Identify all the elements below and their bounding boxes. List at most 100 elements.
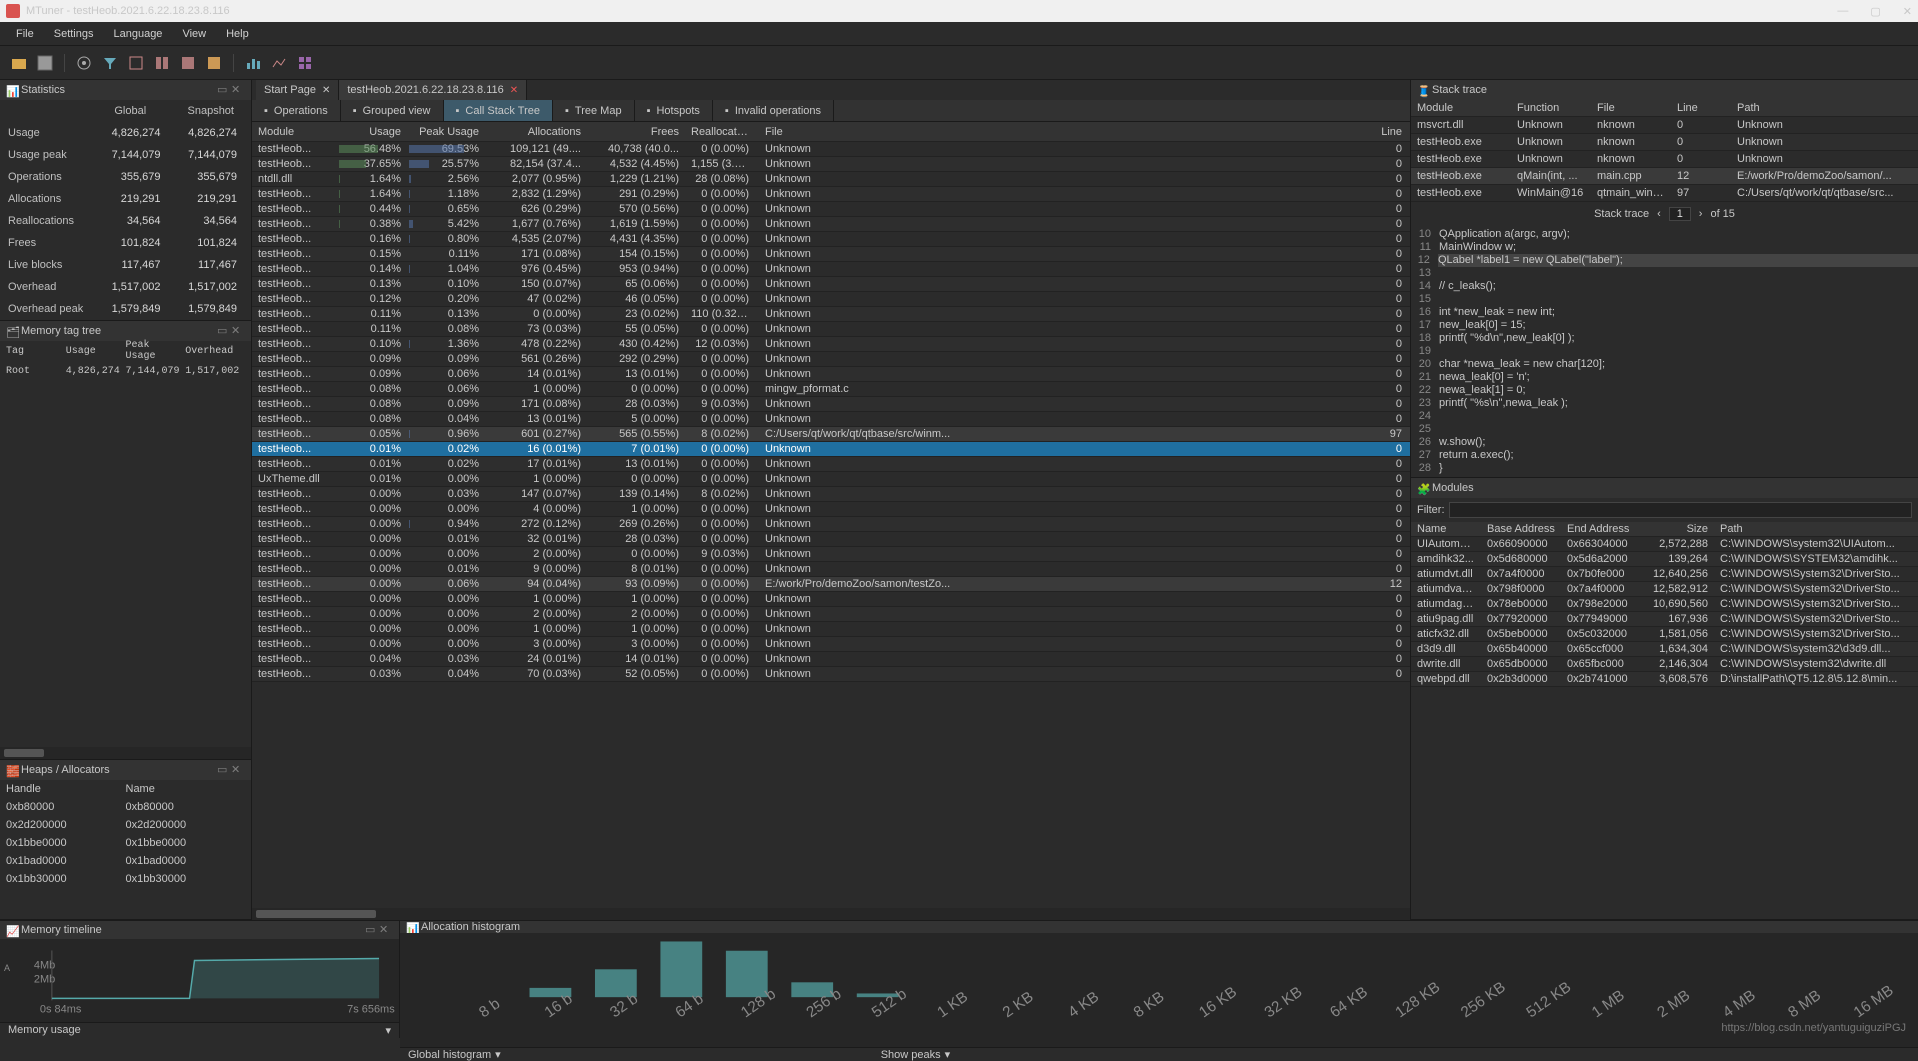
table-row[interactable]: testHeob...0.10%1.36%478 (0.22%)430 (0.4… xyxy=(252,337,1410,352)
target-icon[interactable] xyxy=(73,52,95,74)
table-row[interactable]: testHeob...0.00%0.00%4 (0.00%)1 (0.00%)0… xyxy=(252,502,1410,517)
tab-close-icon[interactable]: ✕ xyxy=(322,85,330,96)
document-tab[interactable]: testHeob.2021.6.22.18.23.8.116✕ xyxy=(339,80,527,100)
heaps-row[interactable]: 0x2d2000000x2d200000 xyxy=(0,816,251,834)
maximize-button[interactable]: ▢ xyxy=(1870,5,1880,18)
table-row[interactable]: testHeob...0.08%0.09%171 (0.08%)28 (0.03… xyxy=(252,397,1410,412)
chevron-down-icon[interactable]: ▾ xyxy=(385,1024,391,1037)
grid3-icon[interactable] xyxy=(177,52,199,74)
pager-next-icon[interactable]: › xyxy=(1699,208,1703,220)
table-row[interactable]: testHeob...0.16%0.80%4,535 (2.07%)4,431 … xyxy=(252,232,1410,247)
grid2-icon[interactable] xyxy=(151,52,173,74)
heaps-row[interactable]: 0x1bad00000x1bad0000 xyxy=(0,852,251,870)
panel-close-icon[interactable]: ✕ xyxy=(231,83,245,97)
view-operations[interactable]: ▪Operations xyxy=(252,100,341,121)
table-row[interactable]: ntdll.dll1.64%2.56%2,077 (0.95%)1,229 (1… xyxy=(252,172,1410,187)
tab-close-icon[interactable]: ✕ xyxy=(510,85,518,96)
table-row[interactable]: testHeob...0.08%0.04%13 (0.01%)5 (0.00%)… xyxy=(252,412,1410,427)
grid4-icon[interactable] xyxy=(203,52,225,74)
menu-file[interactable]: File xyxy=(8,26,42,42)
stack-row[interactable]: testHeob.exeUnknownnknown0Unknown xyxy=(1411,151,1918,168)
view-invalid-operations[interactable]: ▪Invalid operations xyxy=(713,100,834,121)
table-row[interactable]: testHeob...0.00%0.03%147 (0.07%)139 (0.1… xyxy=(252,487,1410,502)
module-row[interactable]: atiumdva.dll0x798f00000x7a4f000012,582,9… xyxy=(1411,582,1918,597)
heaps-row[interactable]: 0x1bb300000x1bb30000 xyxy=(0,870,251,888)
pager-prev-icon[interactable]: ‹ xyxy=(1657,208,1661,220)
open-icon[interactable] xyxy=(8,52,30,74)
calltree-scrollbar[interactable] xyxy=(252,908,1410,920)
stack-row[interactable]: msvcrt.dllUnknownnknown0Unknown xyxy=(1411,117,1918,134)
table-row[interactable]: testHeob...0.08%0.06%1 (0.00%)0 (0.00%)0… xyxy=(252,382,1410,397)
table-row[interactable]: testHeob...0.00%0.94%272 (0.12%)269 (0.2… xyxy=(252,517,1410,532)
table-row[interactable]: testHeob...0.14%1.04%976 (0.45%)953 (0.9… xyxy=(252,262,1410,277)
table-row[interactable]: testHeob...37.65%25.57%82,154 (37.4...4,… xyxy=(252,157,1410,172)
save-icon[interactable] xyxy=(34,52,56,74)
table-row[interactable]: testHeob...0.05%0.96%601 (0.27%)565 (0.5… xyxy=(252,427,1410,442)
close-button[interactable]: ✕ xyxy=(1903,5,1912,18)
tagtree-row[interactable]: Root4,826,2747,144,0791,517,002 xyxy=(0,361,251,381)
module-row[interactable]: aticfx32.dll0x5beb00000x5c0320001,581,05… xyxy=(1411,627,1918,642)
table-row[interactable]: testHeob...0.09%0.06%14 (0.01%)13 (0.01%… xyxy=(252,367,1410,382)
panel-undock-icon[interactable]: ▭ xyxy=(217,324,231,338)
document-tab[interactable]: Start Page✕ xyxy=(256,80,339,100)
table-row[interactable]: testHeob...0.00%0.06%94 (0.04%)93 (0.09%… xyxy=(252,577,1410,592)
table-row[interactable]: testHeob...0.38%5.42%1,677 (0.76%)1,619 … xyxy=(252,217,1410,232)
table-row[interactable]: testHeob...0.03%0.04%70 (0.03%)52 (0.05%… xyxy=(252,667,1410,682)
table-row[interactable]: testHeob...0.00%0.00%2 (0.00%)0 (0.00%)9… xyxy=(252,547,1410,562)
table-row[interactable]: testHeob...0.01%0.02%16 (0.01%)7 (0.01%)… xyxy=(252,442,1410,457)
table-row[interactable]: testHeob...0.00%0.00%3 (0.00%)3 (0.00%)0… xyxy=(252,637,1410,652)
table-row[interactable]: testHeob...0.00%0.00%2 (0.00%)2 (0.00%)0… xyxy=(252,607,1410,622)
panel-close-icon[interactable]: ✕ xyxy=(231,763,245,777)
chart1-icon[interactable] xyxy=(242,52,264,74)
table-row[interactable]: testHeob...0.15%0.11%171 (0.08%)154 (0.1… xyxy=(252,247,1410,262)
module-row[interactable]: atiu9pag.dll0x779200000x77949000167,936C… xyxy=(1411,612,1918,627)
table-row[interactable]: testHeob...1.64%1.18%2,832 (1.29%)291 (0… xyxy=(252,187,1410,202)
menu-settings[interactable]: Settings xyxy=(46,26,102,42)
heaps-row[interactable]: 0x1bbe00000x1bbe0000 xyxy=(0,834,251,852)
module-row[interactable]: atiumdag.dll0x78eb00000x798e200010,690,5… xyxy=(1411,597,1918,612)
table-row[interactable]: testHeob...0.13%0.10%150 (0.07%)65 (0.06… xyxy=(252,277,1410,292)
table-row[interactable]: testHeob...0.00%0.01%9 (0.00%)8 (0.01%)0… xyxy=(252,562,1410,577)
view-grouped-view[interactable]: ▪Grouped view xyxy=(341,100,444,121)
timeline-chart[interactable]: 4Mb 2Mb 0s 84ms 7s 656ms A xyxy=(0,939,399,1022)
module-row[interactable]: amdihk32...0x5d6800000x5d6a2000139,264C:… xyxy=(1411,552,1918,567)
view-hotspots[interactable]: ▪Hotspots xyxy=(635,100,713,121)
chevron-down-icon[interactable]: ▾ xyxy=(945,1048,951,1061)
call-stack-tree-table[interactable]: Module Usage Peak Usage Allocations Free… xyxy=(252,122,1410,908)
stack-row[interactable]: testHeob.exeUnknownnknown0Unknown xyxy=(1411,134,1918,151)
filter-icon[interactable] xyxy=(99,52,121,74)
panel-undock-icon[interactable]: ▭ xyxy=(217,83,231,97)
view-call-stack-tree[interactable]: ▪Call Stack Tree xyxy=(444,100,554,121)
table-row[interactable]: testHeob...0.12%0.20%47 (0.02%)46 (0.05%… xyxy=(252,292,1410,307)
module-row[interactable]: UIAutoma...0x660900000x663040002,572,288… xyxy=(1411,537,1918,552)
menu-language[interactable]: Language xyxy=(105,26,170,42)
minimize-button[interactable]: — xyxy=(1837,5,1848,18)
chevron-down-icon[interactable]: ▾ xyxy=(495,1048,501,1061)
grid1-icon[interactable] xyxy=(125,52,147,74)
menu-help[interactable]: Help xyxy=(218,26,257,42)
module-row[interactable]: atiumdvt.dll0x7a4f00000x7b0fe00012,640,2… xyxy=(1411,567,1918,582)
heaps-row[interactable]: 0xb800000xb80000 xyxy=(0,798,251,816)
menu-view[interactable]: View xyxy=(174,26,214,42)
panel-undock-icon[interactable]: ▭ xyxy=(217,763,231,777)
table-row[interactable]: testHeob...0.09%0.09%561 (0.26%)292 (0.2… xyxy=(252,352,1410,367)
module-row[interactable]: d3d9.dll0x65b400000x65ccf0001,634,304C:\… xyxy=(1411,642,1918,657)
table-row[interactable]: testHeob...0.04%0.03%24 (0.01%)14 (0.01%… xyxy=(252,652,1410,667)
stack-row[interactable]: testHeob.exeqMain(int, ...main.cpp12E:/w… xyxy=(1411,168,1918,185)
panel-undock-icon[interactable]: ▭ xyxy=(365,923,379,937)
table-row[interactable]: testHeob...0.44%0.65%626 (0.29%)570 (0.5… xyxy=(252,202,1410,217)
chart3-icon[interactable] xyxy=(294,52,316,74)
table-row[interactable]: testHeob...56.48%69.53%109,121 (49....40… xyxy=(252,142,1410,157)
table-row[interactable]: testHeob...0.00%0.00%1 (0.00%)1 (0.00%)0… xyxy=(252,592,1410,607)
stack-row[interactable]: testHeob.exeWinMain@16qtmain_win.cpp97C:… xyxy=(1411,185,1918,202)
table-row[interactable]: testHeob...0.00%0.00%1 (0.00%)1 (0.00%)0… xyxy=(252,622,1410,637)
module-row[interactable]: dwrite.dll0x65db00000x65fbc0002,146,304C… xyxy=(1411,657,1918,672)
table-row[interactable]: testHeob...0.00%0.01%32 (0.01%)28 (0.03%… xyxy=(252,532,1410,547)
panel-close-icon[interactable]: ✕ xyxy=(231,324,245,338)
pager-page-input[interactable] xyxy=(1669,207,1691,221)
modules-filter-input[interactable] xyxy=(1449,502,1913,518)
chart2-icon[interactable] xyxy=(268,52,290,74)
panel-close-icon[interactable]: ✕ xyxy=(379,923,393,937)
table-row[interactable]: testHeob...0.11%0.08%73 (0.03%)55 (0.05%… xyxy=(252,322,1410,337)
table-row[interactable]: testHeob...0.01%0.02%17 (0.01%)13 (0.01%… xyxy=(252,457,1410,472)
